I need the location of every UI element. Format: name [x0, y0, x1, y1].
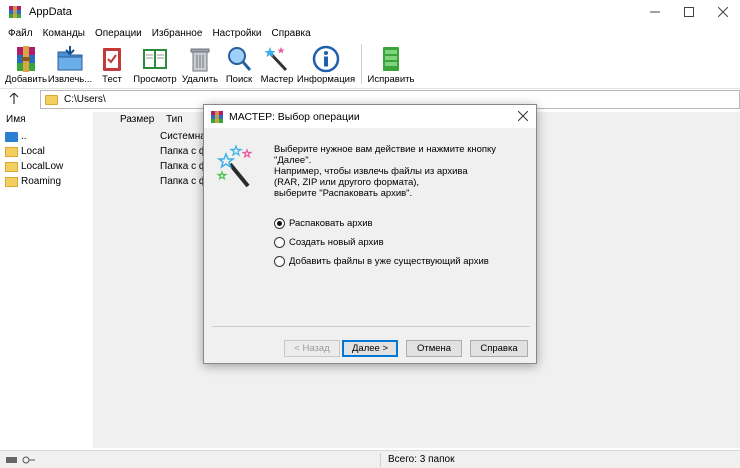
column-size[interactable]: Размер — [112, 112, 154, 128]
radio-create[interactable] — [274, 237, 285, 248]
drive-key-icon — [6, 456, 35, 463]
menu-commands[interactable]: Команды — [39, 28, 89, 39]
arrow-up-icon — [9, 91, 19, 104]
status-bar: Всего: 3 папок — [0, 450, 740, 468]
path-text: C:\Users\ — [64, 94, 106, 105]
wizard-wand-icon — [216, 142, 256, 192]
menu-file[interactable]: Файл — [4, 28, 37, 39]
minimize-button[interactable] — [638, 0, 672, 24]
dialog-title-bar: МАСТЕР: Выбор операции — [204, 105, 536, 128]
wizard-dialog: МАСТЕР: Выбор операции Выберите нужное в… — [203, 104, 537, 364]
back-button[interactable]: < Назад — [284, 340, 340, 357]
title-bar: AppData — [0, 0, 740, 24]
close-icon — [517, 110, 529, 122]
view-button[interactable]: Просмотр — [131, 44, 179, 85]
info-icon — [311, 44, 341, 74]
delete-button[interactable]: Удалить — [180, 44, 220, 85]
close-window-button[interactable] — [706, 0, 740, 24]
radio-extract[interactable] — [274, 218, 285, 229]
toolbar-separator — [361, 44, 362, 84]
help-button[interactable]: Справка — [470, 340, 528, 357]
repair-kit-icon — [376, 44, 406, 74]
wizard-button[interactable]: Мастер — [258, 44, 296, 85]
info-button[interactable]: Информация — [297, 44, 355, 85]
menu-operations[interactable]: Операции — [91, 28, 146, 39]
option-add-existing[interactable]: Добавить файлы в уже существующий архив — [274, 256, 489, 267]
add-button[interactable]: Добавить — [5, 44, 47, 85]
dialog-example: Например, чтобы извлечь файлы из архива … — [274, 166, 468, 199]
magnifier-icon — [224, 44, 254, 74]
status-text: Всего: 3 папок — [388, 454, 455, 465]
option-create[interactable]: Создать новый архив — [274, 237, 384, 248]
test-clipboard-icon — [97, 44, 127, 74]
radio-add-existing[interactable] — [274, 256, 285, 267]
winrar-app-icon — [8, 5, 22, 19]
column-name[interactable]: Имя — [0, 112, 112, 128]
rar-archive-icon — [11, 44, 41, 74]
dialog-close-button[interactable] — [517, 109, 529, 124]
trash-icon — [185, 44, 215, 74]
folder-icon — [5, 161, 18, 172]
close-icon — [718, 7, 728, 17]
option-extract[interactable]: Распаковать архив — [274, 218, 373, 229]
maximize-button[interactable] — [672, 0, 706, 24]
minimize-icon — [650, 11, 660, 13]
menu-settings[interactable]: Настройки — [208, 28, 265, 39]
extract-button[interactable]: Извлечь... — [47, 44, 93, 85]
winrar-app-icon — [211, 110, 223, 123]
dialog-separator — [212, 326, 530, 327]
folder-icon — [5, 146, 18, 157]
toolbar: Добавить Извлечь... Тест Просмотр Удалит… — [0, 42, 740, 88]
wizard-wand-icon — [262, 44, 292, 74]
menu-bar: Файл Команды Операции Избранное Настройк… — [0, 24, 740, 42]
book-view-icon — [140, 44, 170, 74]
next-button[interactable]: Далее > — [342, 340, 398, 357]
repair-button[interactable]: Исправить — [367, 44, 415, 85]
test-button[interactable]: Тест — [94, 44, 130, 85]
folder-icon — [45, 94, 58, 105]
menu-help[interactable]: Справка — [267, 28, 314, 39]
find-button[interactable]: Поиск — [221, 44, 257, 85]
column-type[interactable]: Тип — [152, 112, 183, 128]
folder-icon — [5, 176, 18, 187]
maximize-icon — [684, 7, 694, 17]
folder-extract-icon — [55, 44, 85, 74]
dialog-instruction: Выберите нужное вам действие и нажмите к… — [274, 144, 497, 166]
menu-favorites[interactable]: Избранное — [148, 28, 207, 39]
cancel-button[interactable]: Отмена — [406, 340, 462, 357]
dialog-title: МАСТЕР: Выбор операции — [229, 110, 360, 123]
parent-dir-icon — [5, 131, 18, 142]
window-title: AppData — [29, 6, 72, 18]
up-level-button[interactable] — [0, 91, 28, 107]
